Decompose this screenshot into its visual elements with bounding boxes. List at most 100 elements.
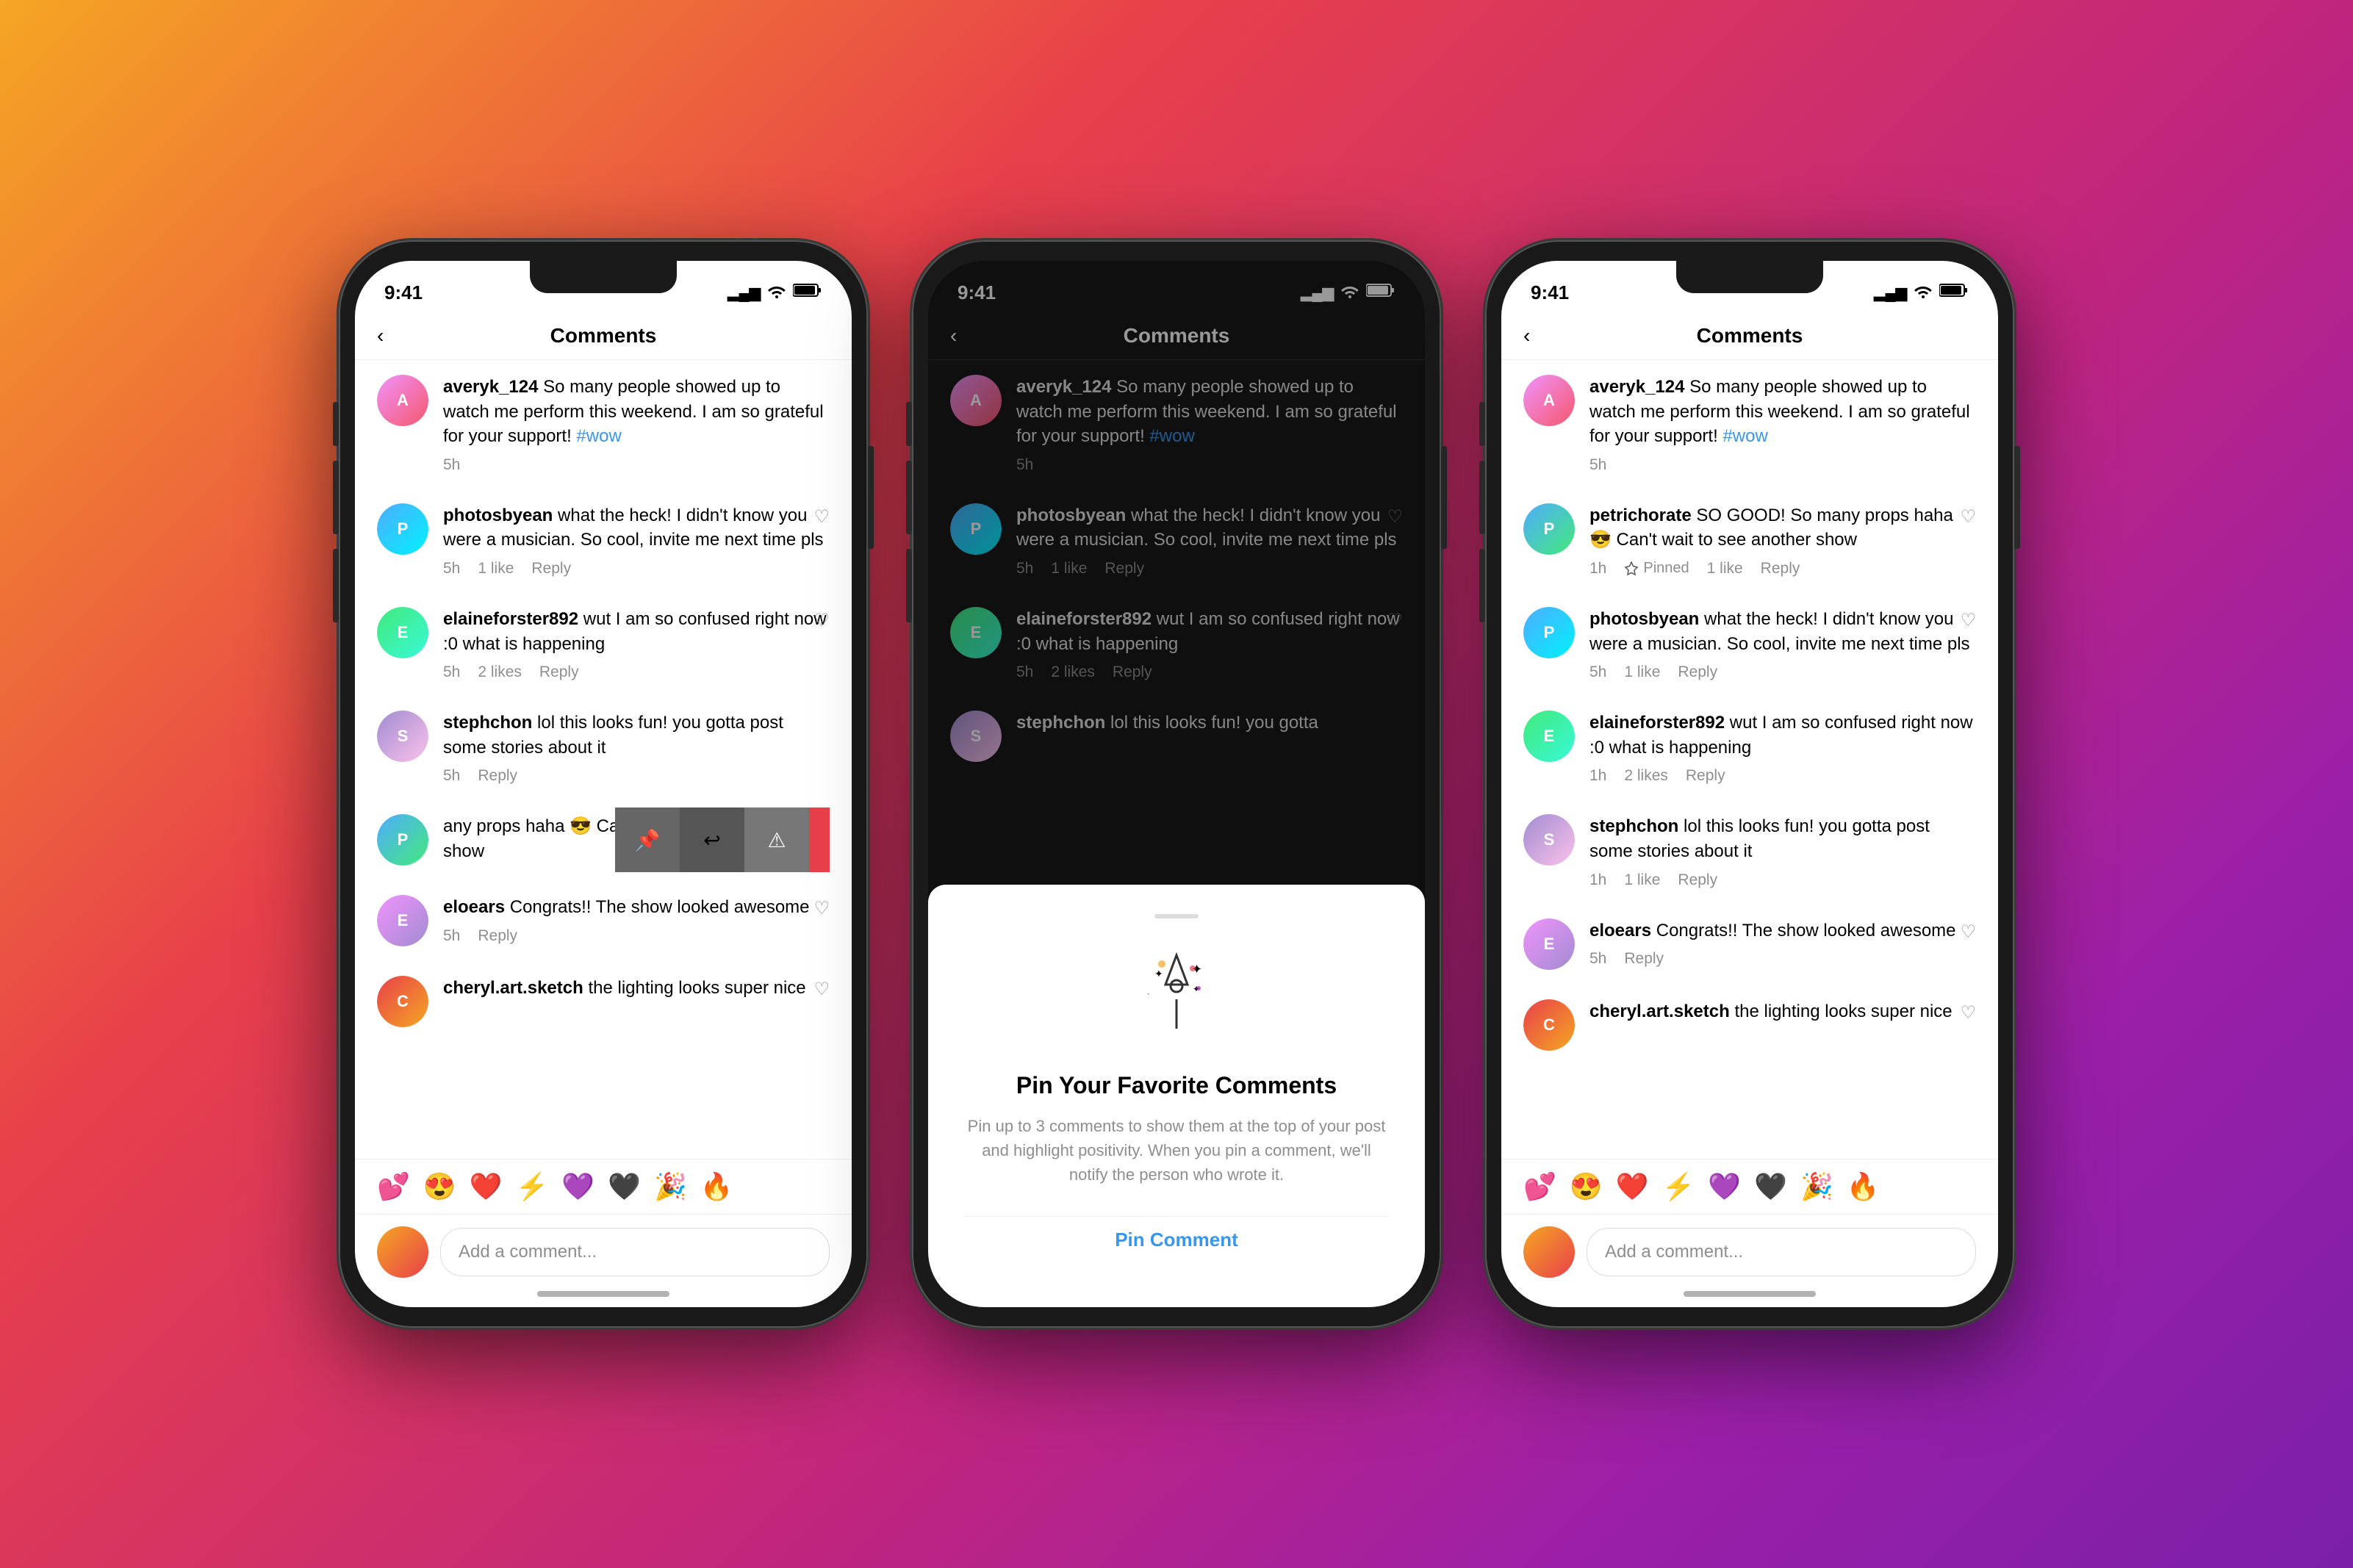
comment-input[interactable]: Add a comment... [1587, 1228, 1976, 1276]
avatar: P [377, 503, 428, 555]
heart-icon[interactable]: ♡ [813, 610, 830, 631]
page-title: Comments [1697, 324, 1803, 348]
back-button[interactable]: ‹ [377, 324, 384, 348]
comment-content: averyk_124 So many people showed up to w… [1589, 375, 1976, 474]
comment-item: P photosbyean what the heck! I didn't kn… [1523, 592, 1976, 696]
emoji-black-heart[interactable]: 🖤 [608, 1171, 641, 1202]
comment-username: eloears [1589, 921, 1651, 941]
heart-icon[interactable]: ♡ [813, 506, 830, 528]
battery-icon [793, 283, 822, 302]
user-avatar [377, 1226, 428, 1278]
comment-time: 5h [443, 456, 460, 474]
nav-bar: ‹ Comments [1501, 312, 1998, 360]
emoji-heart[interactable]: ❤️ [1616, 1171, 1649, 1202]
comment-content: photosbyean what the heck! I didn't know… [1589, 607, 1976, 681]
comment-username: stephchon [443, 713, 532, 733]
comment-time: 5h [1589, 663, 1606, 681]
avatar: C [377, 976, 428, 1027]
emoji-hearts[interactable]: 💕 [1523, 1171, 1556, 1202]
pin-badge: Pinned [1624, 560, 1689, 577]
reply-button[interactable]: Reply [1686, 767, 1725, 785]
comment-content: cheryl.art.sketch the lighting looks sup… [443, 976, 830, 1001]
pin-comment-button[interactable]: Pin Comment [965, 1216, 1388, 1263]
reply-button[interactable]: Reply [1678, 871, 1717, 889]
comment-meta: 5h [1589, 456, 1976, 474]
svg-text:·: · [1147, 990, 1149, 998]
emoji-black-heart[interactable]: 🖤 [1754, 1171, 1787, 1202]
comment-item: E elaineforster892 wut I am so confused … [377, 592, 830, 696]
emoji-fire[interactable]: 🔥 [700, 1171, 733, 1202]
comment-meta: 1h Pinned 1 like Reply [1589, 560, 1976, 578]
like-count: 1 like [478, 560, 514, 578]
comment-username: elaineforster892 [1589, 713, 1725, 733]
emoji-love[interactable]: 😍 [423, 1171, 456, 1202]
pin-action[interactable]: 📌 [615, 808, 680, 872]
reply-button[interactable]: Reply [531, 560, 571, 578]
heart-icon[interactable]: ♡ [1960, 610, 1976, 631]
emoji-fire[interactable]: 🔥 [1847, 1171, 1880, 1202]
emoji-love[interactable]: 😍 [1570, 1171, 1603, 1202]
user-avatar [1523, 1226, 1575, 1278]
modal-body: Pin up to 3 comments to show them at the… [965, 1114, 1388, 1187]
comment-time: 5h [443, 560, 460, 578]
emoji-hearts[interactable]: 💕 [377, 1171, 410, 1202]
phone-2: 9:41 ▂▄▆ ‹ Comments A [912, 240, 1441, 1328]
comment-text: elaineforster892 wut I am so confused ri… [443, 607, 830, 656]
avatar: A [377, 375, 428, 426]
comment-content: elaineforster892 wut I am so confused ri… [1589, 711, 1976, 785]
emoji-lightning[interactable]: ⚡ [515, 1171, 548, 1202]
report-action[interactable]: ⚠ [744, 808, 809, 872]
comment-text: photosbyean what the heck! I didn't know… [443, 503, 830, 553]
reply-button[interactable]: Reply [539, 663, 579, 681]
comment-item: E eloears Congrats!! The show looked awe… [377, 880, 830, 961]
like-count: 2 likes [1624, 767, 1668, 785]
reply-button[interactable]: Reply [478, 927, 517, 945]
heart-icon[interactable]: ♡ [1960, 1002, 1976, 1024]
emoji-purple-heart[interactable]: 💜 [1708, 1171, 1741, 1202]
emoji-party[interactable]: 🎉 [654, 1171, 687, 1202]
comment-meta: 1h 1 like Reply [1589, 871, 1976, 889]
wifi-icon [1913, 282, 1933, 303]
emoji-lightning[interactable]: ⚡ [1662, 1171, 1695, 1202]
emoji-bar: 💕 😍 ❤️ ⚡ 💜 🖤 🎉 🔥 [1501, 1159, 1998, 1214]
back-button[interactable]: ‹ [1523, 324, 1530, 348]
comment-item: P photosbyean what the heck! I didn't kn… [377, 489, 830, 592]
reply-button[interactable]: Reply [1761, 560, 1800, 578]
comment-text: averyk_124 So many people showed up to w… [443, 375, 830, 449]
comments-list: A averyk_124 So many people showed up to… [1501, 360, 1998, 1159]
hashtag: #wow [1722, 426, 1767, 446]
status-time: 9:41 [384, 281, 423, 304]
home-indicator [537, 1291, 669, 1297]
phone-1: 9:41 ▂▄▆ ‹ Comments [339, 240, 868, 1328]
comment-meta: 5h Reply [1589, 950, 1976, 968]
reply-button[interactable]: Reply [1678, 663, 1717, 681]
heart-icon[interactable]: ♡ [1960, 506, 1976, 528]
reply-button[interactable]: Reply [478, 767, 517, 785]
avatar: S [1523, 814, 1575, 866]
delete-action[interactable]: 🗑 [809, 808, 830, 872]
comment-item: C cheryl.art.sketch the lighting looks s… [1523, 985, 1976, 1065]
comment-username: petrichorate [1589, 506, 1692, 525]
comment-content: cheryl.art.sketch the lighting looks sup… [1589, 999, 1976, 1024]
comment-username: eloears [443, 897, 505, 917]
status-time: 9:41 [1531, 281, 1569, 304]
heart-icon[interactable]: ♡ [1960, 921, 1976, 943]
comment-time: 1h [1589, 560, 1606, 578]
comment-input[interactable]: Add a comment... [440, 1228, 830, 1276]
heart-icon[interactable]: ♡ [813, 979, 830, 1000]
like-count: 2 likes [478, 663, 522, 681]
reply-action[interactable]: ↩ [680, 808, 744, 872]
phone-3: 9:41 ▂▄▆ ‹ Comments [1485, 240, 2014, 1328]
home-indicator [1684, 1291, 1816, 1297]
battery-icon [1939, 283, 1969, 302]
comment-meta: 5h 1 like Reply [443, 560, 830, 578]
wifi-icon [766, 282, 787, 303]
comment-content: photosbyean what the heck! I didn't know… [443, 503, 830, 578]
heart-icon[interactable]: ♡ [813, 898, 830, 919]
emoji-party[interactable]: 🎉 [1800, 1171, 1833, 1202]
reply-button[interactable]: Reply [1624, 950, 1664, 968]
emoji-heart[interactable]: ❤️ [470, 1171, 503, 1202]
pin-illustration: ✦ ✦ ✦ · [965, 948, 1388, 1050]
comment-item-swiped: P any props haha 😎 Can't wait to see ano… [377, 799, 830, 880]
emoji-purple-heart[interactable]: 💜 [561, 1171, 594, 1202]
